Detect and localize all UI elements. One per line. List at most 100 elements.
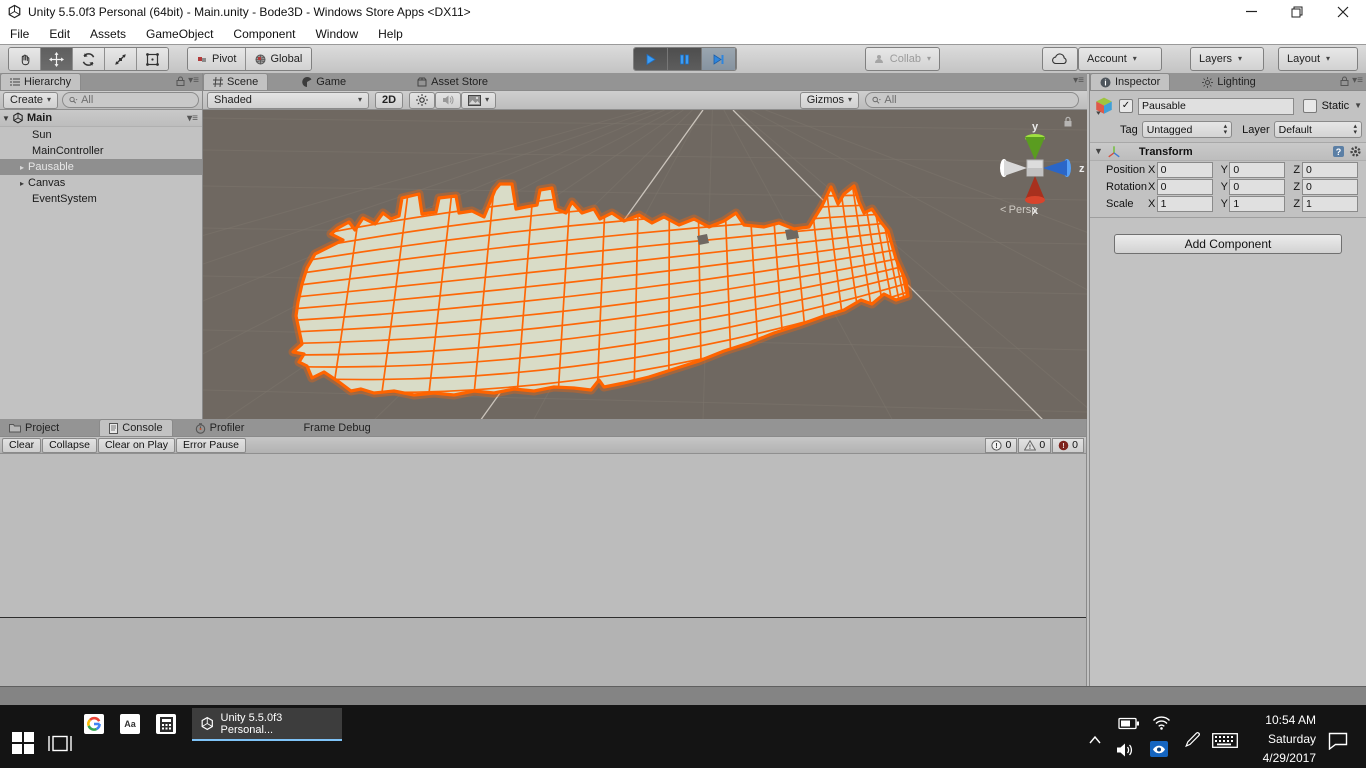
lock-icon[interactable]: [1063, 116, 1073, 127]
static-checkbox[interactable]: [1303, 99, 1317, 113]
tag-dropdown[interactable]: Untagged▴▾: [1142, 121, 1232, 138]
eye-tray-icon[interactable]: [1150, 741, 1168, 757]
pause-button[interactable]: [668, 48, 702, 70]
rotation-x-field[interactable]: [1157, 179, 1213, 195]
warning-count-toggle[interactable]: ! 0: [1018, 438, 1051, 453]
restore-button[interactable]: [1274, 0, 1320, 23]
lock-icon[interactable]: [176, 76, 185, 86]
menu-file[interactable]: File: [0, 24, 39, 44]
scene-viewport[interactable]: y z x < Persp: [203, 110, 1087, 421]
scene-audio-button[interactable]: [435, 92, 461, 109]
scene-effects-dropdown[interactable]: ▾: [461, 92, 496, 109]
error-count-toggle[interactable]: ! 0: [1052, 438, 1084, 453]
clear-on-play-button[interactable]: Clear on Play: [98, 438, 175, 453]
layers-dropdown[interactable]: Layers▾: [1190, 47, 1264, 71]
touch-keyboard-icon[interactable]: [1212, 733, 1238, 748]
menu-component[interactable]: Component: [223, 24, 305, 44]
tab-asset-store[interactable]: Asset Store: [408, 74, 497, 90]
create-button[interactable]: Create▾: [3, 92, 58, 109]
global-toggle-button[interactable]: Global: [246, 48, 311, 70]
tray-expand-chevron[interactable]: [1088, 735, 1102, 744]
collapse-button[interactable]: Collapse: [42, 438, 97, 453]
tab-lighting[interactable]: Lighting: [1193, 74, 1265, 90]
help-book-icon[interactable]: ?: [1332, 145, 1345, 158]
menu-help[interactable]: Help: [368, 24, 413, 44]
pivot-toggle-button[interactable]: Pivot: [188, 48, 246, 70]
clear-button[interactable]: Clear: [2, 438, 41, 453]
panel-menu-icon[interactable]: ▾≡: [1073, 75, 1084, 86]
minimize-button[interactable]: [1228, 0, 1274, 23]
account-dropdown[interactable]: Account▾: [1078, 47, 1162, 71]
tab-console[interactable]: Console: [99, 419, 172, 436]
hierarchy-item-pausable[interactable]: ▸Pausable: [0, 159, 202, 175]
hand-tool-button[interactable]: [9, 48, 41, 70]
rotate-tool-button[interactable]: [73, 48, 105, 70]
static-dropdown-icon[interactable]: ▼: [1354, 102, 1362, 110]
add-component-button[interactable]: Add Component: [1114, 234, 1342, 254]
pen-tray-icon[interactable]: [1184, 731, 1201, 748]
lock-icon[interactable]: [1340, 76, 1349, 86]
expand-arrow-icon[interactable]: ▸: [16, 179, 28, 188]
tab-hierarchy[interactable]: Hierarchy: [0, 73, 81, 90]
scale-x-field[interactable]: [1157, 196, 1213, 212]
info-count-toggle[interactable]: ! 0: [985, 438, 1017, 453]
dictionary-taskbar-icon[interactable]: Aa: [120, 714, 140, 734]
2d-toggle-button[interactable]: 2D: [375, 92, 403, 109]
battery-icon[interactable]: [1118, 717, 1140, 730]
close-button[interactable]: [1320, 0, 1366, 23]
hierarchy-item-eventsystem[interactable]: EventSystem: [0, 191, 202, 207]
unity-taskbar-button[interactable]: Unity 5.5.0f3 Personal...: [192, 708, 342, 739]
layer-dropdown[interactable]: Default▴▾: [1274, 121, 1362, 138]
hierarchy-item-maincontroller[interactable]: MainController: [0, 143, 202, 159]
scale-tool-button[interactable]: [105, 48, 137, 70]
hierarchy-scene-row[interactable]: ▼ Main ▾≡: [0, 110, 202, 127]
scale-y-field[interactable]: [1229, 196, 1285, 212]
scene-lighting-button[interactable]: [409, 92, 435, 109]
move-tool-button[interactable]: [41, 48, 73, 70]
gameobject-cube-icon[interactable]: [1094, 96, 1114, 116]
tab-scene[interactable]: Scene: [203, 73, 268, 90]
hierarchy-item-sun[interactable]: Sun: [0, 127, 202, 143]
scene-menu-icon[interactable]: ▾≡: [187, 113, 198, 124]
menu-edit[interactable]: Edit: [39, 24, 80, 44]
volume-icon[interactable]: [1116, 742, 1135, 758]
play-button[interactable]: [634, 48, 668, 70]
panel-menu-icon[interactable]: ▾≡: [188, 75, 199, 86]
tab-project[interactable]: Project: [0, 420, 68, 436]
tab-inspector[interactable]: i Inspector: [1090, 73, 1170, 90]
hierarchy-search-input[interactable]: [81, 94, 192, 106]
position-z-field[interactable]: [1302, 162, 1358, 178]
calculator-taskbar-icon[interactable]: [156, 714, 176, 734]
panel-menu-icon[interactable]: ▾≡: [1352, 75, 1363, 86]
menu-assets[interactable]: Assets: [80, 24, 136, 44]
collab-dropdown[interactable]: Collab ▾: [865, 47, 940, 71]
position-x-field[interactable]: [1157, 162, 1213, 178]
action-center-icon[interactable]: [1328, 732, 1348, 750]
tab-profiler[interactable]: Profiler: [186, 420, 254, 436]
gizmos-dropdown[interactable]: Gizmos▾: [800, 92, 859, 109]
error-pause-button[interactable]: Error Pause: [176, 438, 246, 453]
cloud-button[interactable]: [1042, 47, 1078, 71]
console-detail-area[interactable]: [0, 618, 1086, 687]
foldout-arrow-icon[interactable]: ▼: [0, 114, 12, 123]
step-button[interactable]: [702, 48, 736, 70]
chrome-taskbar-icon[interactable]: [84, 714, 104, 734]
object-name-field[interactable]: [1138, 98, 1294, 115]
tab-game[interactable]: Game: [293, 74, 355, 90]
hierarchy-item-canvas[interactable]: ▸Canvas: [0, 175, 202, 191]
scene-mesh[interactable]: [279, 170, 934, 410]
console-log-area[interactable]: [0, 454, 1086, 618]
tab-frame-debug[interactable]: Frame Debug: [294, 420, 379, 436]
scale-z-field[interactable]: [1302, 196, 1358, 212]
layout-dropdown[interactable]: Layout▾: [1278, 47, 1358, 71]
transform-component-header[interactable]: ▼ Transform ?: [1090, 143, 1366, 161]
menu-window[interactable]: Window: [305, 24, 368, 44]
rotation-z-field[interactable]: [1302, 179, 1358, 195]
rotation-y-field[interactable]: [1229, 179, 1285, 195]
active-checkbox[interactable]: ✓: [1119, 99, 1133, 113]
wifi-icon[interactable]: [1152, 715, 1171, 730]
gear-icon[interactable]: [1349, 145, 1362, 158]
task-view-button[interactable]: [46, 734, 74, 753]
rect-tool-button[interactable]: [137, 48, 168, 70]
shading-mode-dropdown[interactable]: Shaded▾: [207, 92, 369, 109]
